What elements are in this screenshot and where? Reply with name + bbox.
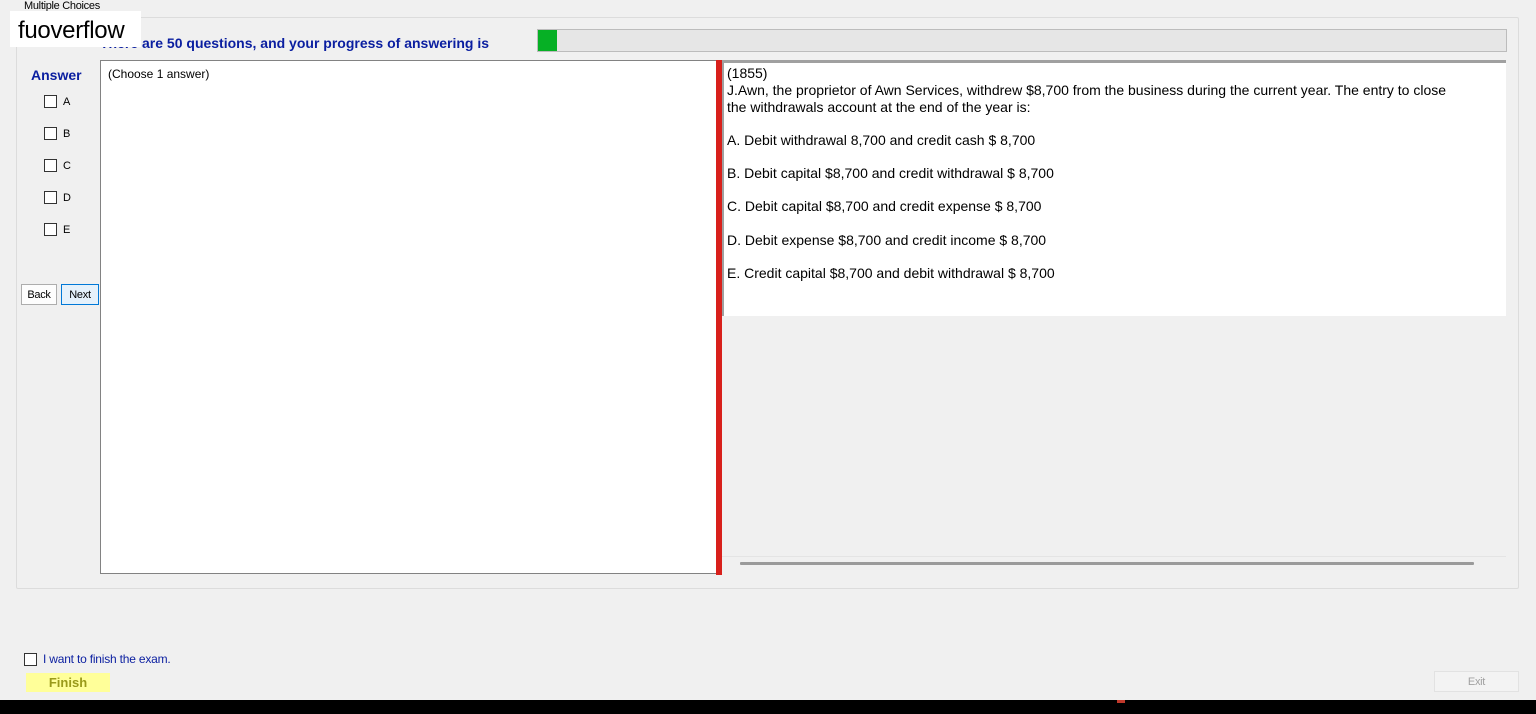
- option-label: C: [63, 159, 71, 172]
- question-pane: (1855) J.Awn, the proprietor of Awn Serv…: [722, 60, 1506, 576]
- choice-d: D. Debit expense $8,700 and credit incom…: [727, 232, 1047, 248]
- checkbox-box[interactable]: [44, 95, 57, 108]
- choice-b: B. Debit capital $8,700 and credit withd…: [727, 165, 1054, 181]
- exit-button[interactable]: Exit: [1434, 671, 1519, 692]
- finish-button[interactable]: Finish: [26, 673, 110, 692]
- option-b-checkbox[interactable]: B: [44, 127, 70, 140]
- checkbox-box[interactable]: [24, 652, 37, 666]
- watermark-label: fuoverflow: [10, 11, 141, 47]
- option-label: E: [63, 223, 71, 236]
- option-label: B: [63, 127, 71, 140]
- question-number: (1855): [727, 65, 768, 81]
- answer-pane[interactable]: (Choose 1 answer): [100, 60, 717, 574]
- option-a-checkbox[interactable]: A: [44, 95, 70, 108]
- scroll-area: [722, 556, 1506, 574]
- checkbox-box[interactable]: [44, 127, 57, 140]
- progress-fill: [538, 30, 558, 51]
- back-button[interactable]: Back: [21, 284, 57, 305]
- finish-check-label: I want to finish the exam.: [43, 652, 171, 666]
- checkbox-box[interactable]: [44, 191, 57, 204]
- next-button[interactable]: Next: [61, 284, 99, 305]
- option-c-checkbox[interactable]: C: [44, 159, 71, 172]
- option-label: A: [63, 95, 71, 108]
- finish-exam-checkbox[interactable]: I want to finish the exam.: [24, 652, 171, 666]
- question-box: (1855) J.Awn, the proprietor of Awn Serv…: [722, 60, 1506, 316]
- taskbar-indicator: [1117, 700, 1125, 703]
- option-d-checkbox[interactable]: D: [44, 191, 71, 204]
- taskbar: [0, 700, 1536, 714]
- checkbox-box[interactable]: [44, 159, 57, 172]
- choice-a: A. Debit withdrawal 8,700 and credit cas…: [727, 132, 1036, 148]
- answer-title: Answer: [31, 67, 82, 83]
- option-e-checkbox[interactable]: E: [44, 223, 70, 236]
- option-label: D: [63, 191, 71, 204]
- progress-bar: [537, 29, 1507, 52]
- checkbox-box[interactable]: [44, 223, 57, 236]
- choice-e: E. Credit capital $8,700 and debit withd…: [727, 265, 1055, 281]
- question-text: J.Awn, the proprietor of Awn Services, w…: [727, 82, 1447, 115]
- choice-c: C. Debit capital $8,700 and credit expen…: [727, 198, 1042, 214]
- horizontal-scrollbar[interactable]: [740, 562, 1474, 565]
- progress-label: There are 50 questions, and your progres…: [100, 35, 489, 51]
- choose-hint: (Choose 1 answer): [108, 67, 210, 81]
